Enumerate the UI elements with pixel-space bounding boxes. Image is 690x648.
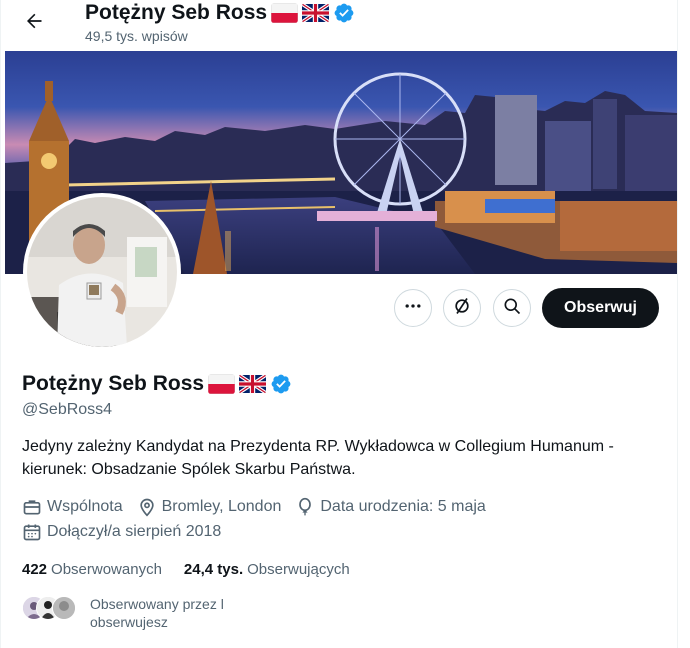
follow-button[interactable]: Obserwuj [542, 288, 659, 328]
profile-meta-row-1: Wspólnota Bromley, London Data urodzenia… [22, 497, 500, 517]
following-label: Obserwowanych [51, 561, 162, 578]
profile-birthday: Data urodzenia: 5 maja [295, 497, 486, 517]
followers-label: Obserwujących [247, 561, 350, 578]
verified-badge-icon[interactable] [270, 373, 292, 395]
profile-location: Bromley, London [137, 497, 282, 517]
poland-flag-icon [271, 3, 299, 23]
profile-joined: Dołączył/a sierpień 2018 [22, 522, 221, 542]
profile-meta-row-2: Dołączył/a sierpień 2018 [22, 522, 235, 542]
calendar-icon [22, 522, 42, 542]
balloon-icon [295, 497, 315, 517]
profile-name-text: Potężny Seb Ross [22, 372, 205, 395]
profile-category-text: Wspólnota [47, 498, 123, 515]
profile-category: Wspólnota [22, 497, 123, 517]
profile-avatar[interactable] [23, 193, 181, 351]
profile-stats: 422 Obserwowanych 24,4 tys. Obserwującyc… [22, 561, 372, 578]
grok-icon [452, 296, 472, 321]
posts-count: 49,5 tys. wpisów [85, 28, 188, 44]
verified-badge-icon [333, 2, 355, 24]
uk-flag-icon [239, 374, 267, 394]
mutual-followers-avatars[interactable] [22, 596, 78, 620]
profile-handle: @SebRoss4 [22, 401, 113, 418]
avatar [52, 596, 76, 620]
profile-name: Potężny Seb Ross [22, 371, 292, 397]
following-count: 422 [22, 561, 48, 578]
poland-flag-icon [208, 374, 236, 394]
grok-button[interactable] [443, 289, 481, 327]
search-icon [502, 296, 522, 321]
followed-by-text[interactable]: Obserwowany przez l obserwujesz [90, 595, 240, 631]
uk-flag-icon [302, 3, 330, 23]
briefcase-icon [22, 497, 42, 517]
followers-count: 24,4 tys. [183, 561, 244, 578]
header-name: Potężny Seb Ross [85, 1, 268, 24]
location-pin-icon [137, 497, 157, 517]
profile-location-text: Bromley, London [161, 498, 282, 515]
search-button[interactable] [493, 289, 531, 327]
arrow-left-icon [24, 11, 44, 36]
profile-bio: Jedyny zależny Kandydat na Prezydenta RP… [22, 438, 614, 478]
profile-column: Potężny Seb Ross 49,5 tys. wpisów Obserw… [0, 0, 678, 648]
profile-birthday-text: Data urodzenia: 5 maja [320, 498, 486, 515]
more-dots-icon [403, 296, 423, 321]
following-link[interactable]: 422 Obserwowanych [22, 561, 162, 578]
followers-link[interactable]: 24,4 tys. Obserwujących [184, 561, 350, 578]
profile-joined-text: Dołączył/a sierpień 2018 [47, 523, 222, 540]
header-title: Potężny Seb Ross [85, 0, 355, 26]
back-button[interactable] [19, 8, 49, 38]
more-button[interactable] [394, 289, 432, 327]
